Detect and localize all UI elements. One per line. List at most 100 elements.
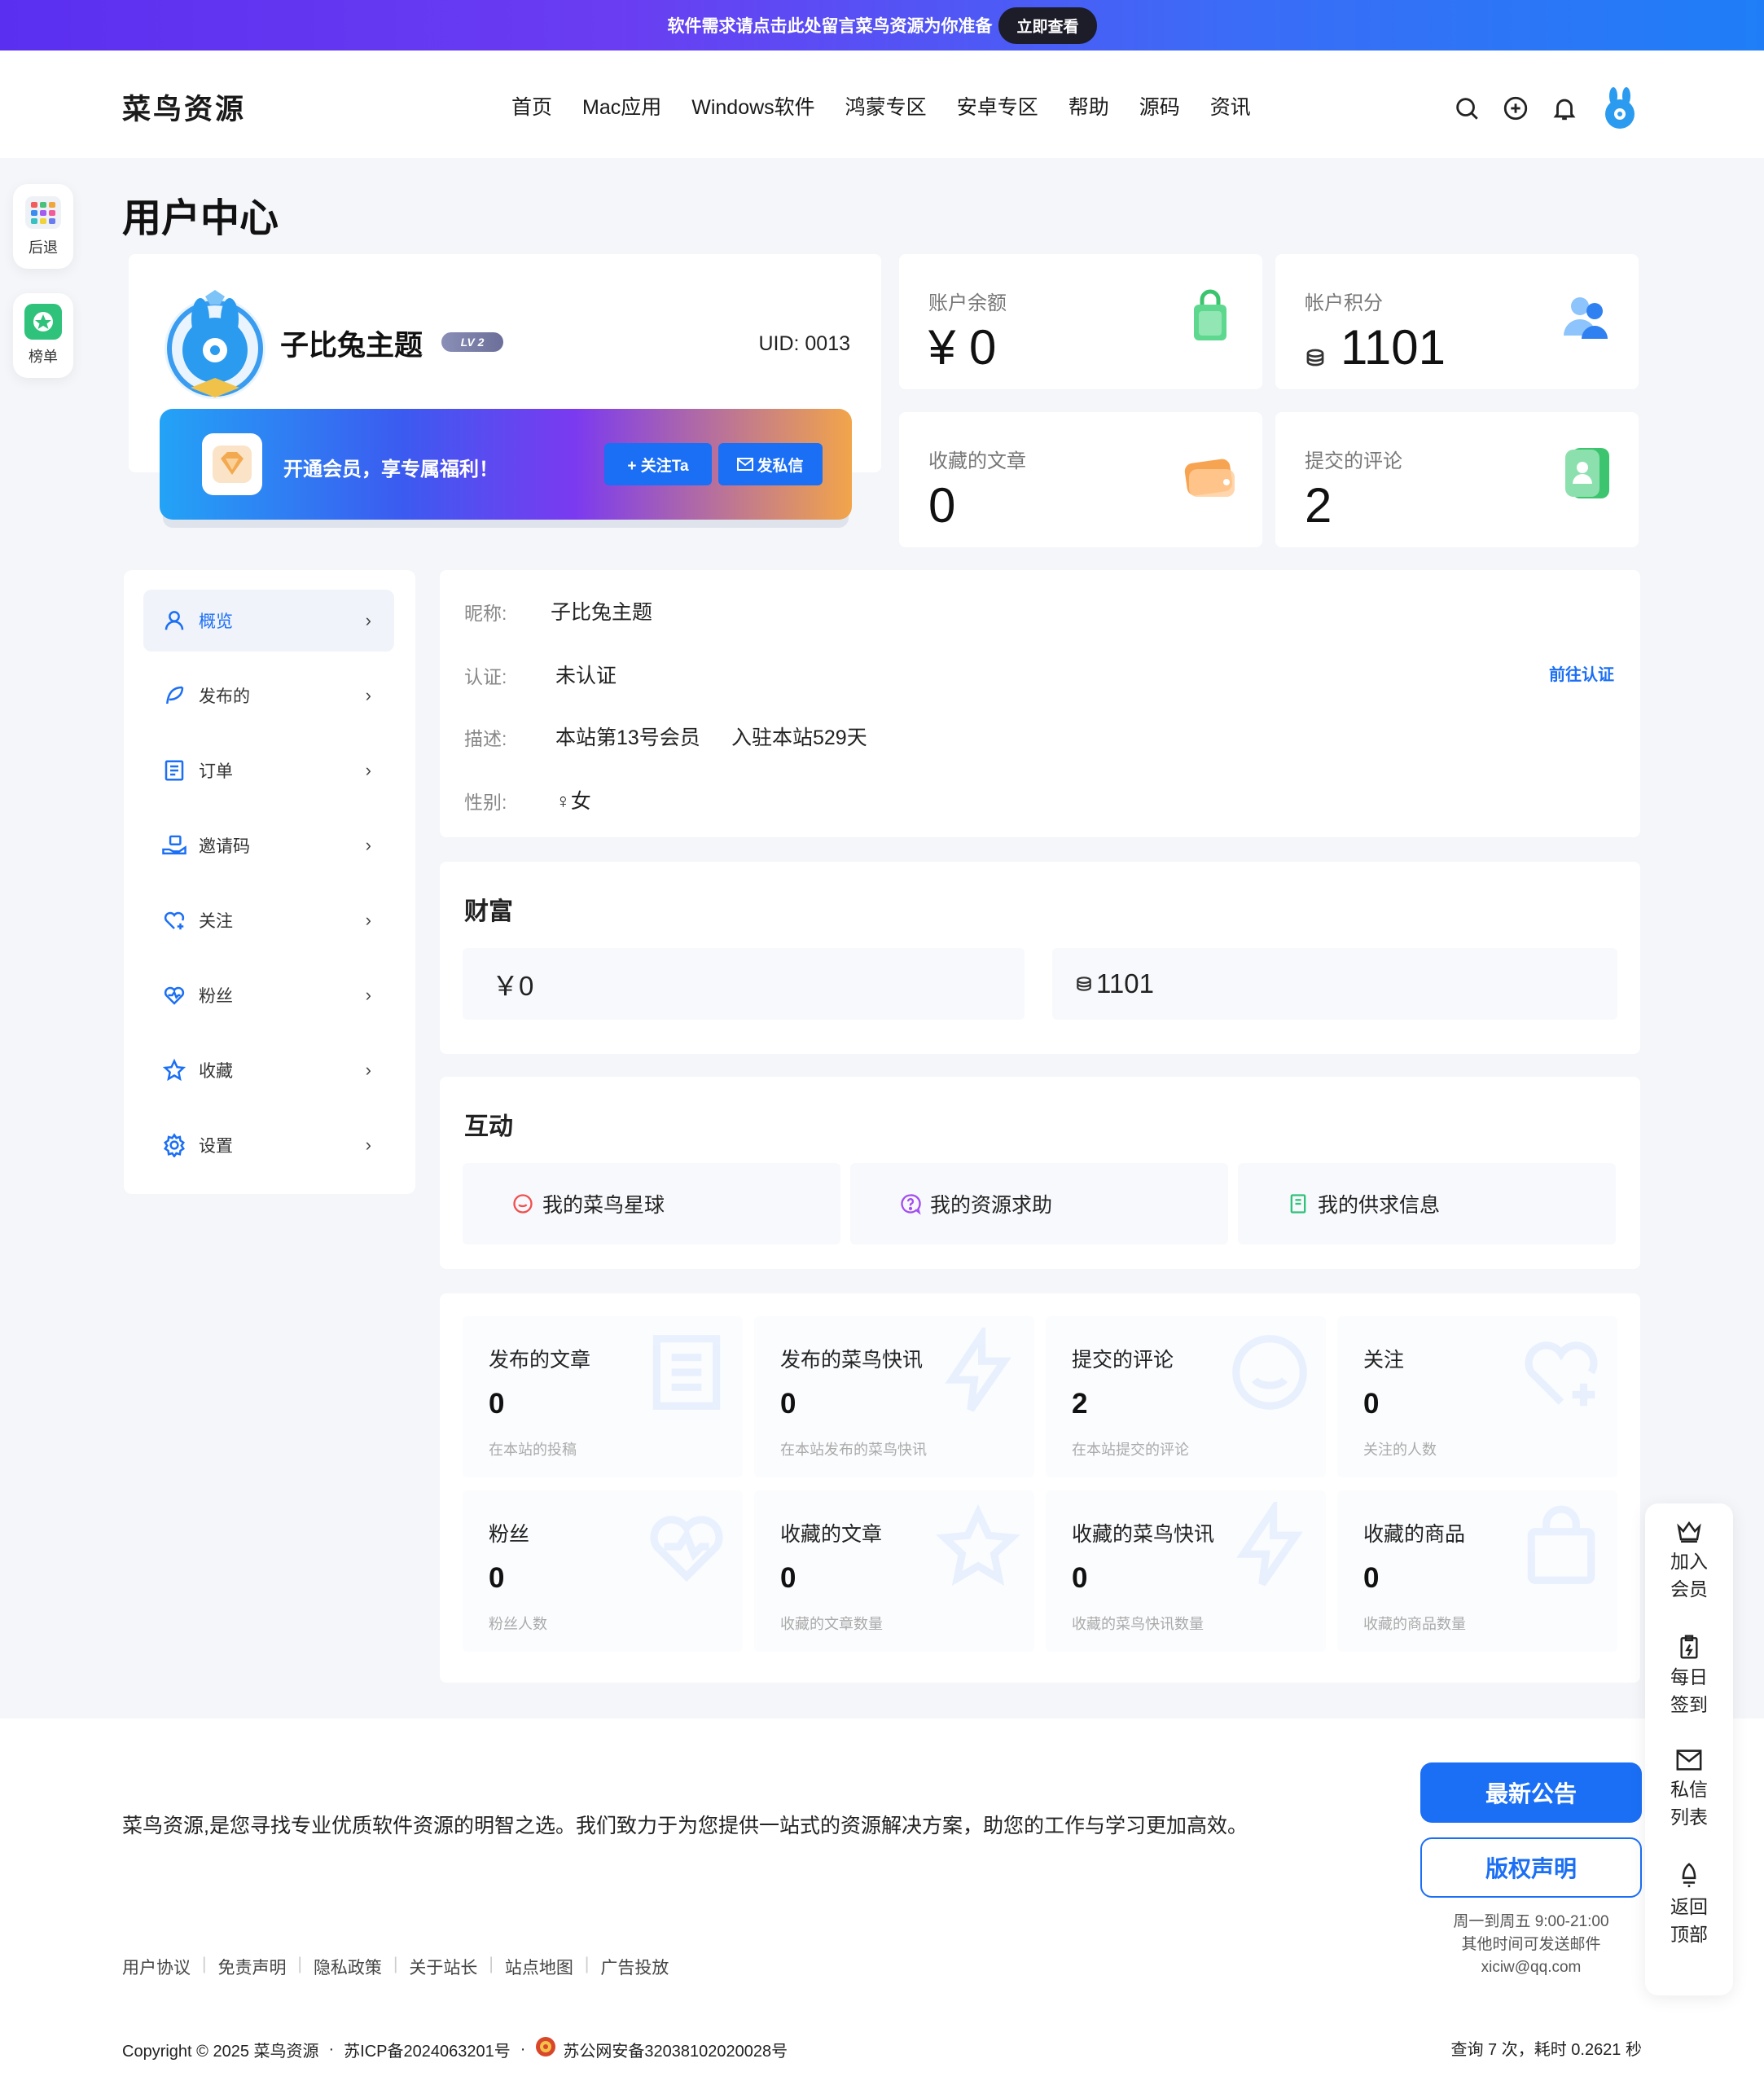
nav-android[interactable]: 安卓专区 (957, 91, 1038, 121)
menu-published[interactable]: 发布的 › (143, 665, 394, 726)
add-circle-icon[interactable] (1502, 94, 1529, 122)
icp-link[interactable]: 苏ICP备2024063201号 (344, 2038, 511, 2061)
stat-title: 关注 (1363, 1349, 1405, 1372)
my-help-link[interactable]: 我的资源求助 (850, 1163, 1228, 1244)
link-sitemap[interactable]: 站点地图 (505, 1955, 573, 1979)
stat-published-articles[interactable]: 发布的文章 0 在本站的投稿 (463, 1316, 743, 1477)
heart-pulse-bg-icon (642, 1502, 731, 1591)
my-planet-link[interactable]: 我的菜鸟星球 (463, 1163, 840, 1244)
description-label: 描述: (464, 728, 507, 749)
crown-icon (1677, 1521, 1701, 1543)
my-help-label: 我的资源求助 (930, 1194, 1053, 1217)
menu-published-label: 发布的 (199, 687, 250, 706)
gift-hand-icon (160, 831, 189, 860)
stat-number: 0 (1072, 1562, 1088, 1594)
stat-desc: 在本站提交的评论 (1072, 1442, 1189, 1458)
nav-source[interactable]: 源码 (1139, 91, 1180, 121)
menu-favorites[interactable]: 收藏 › (143, 1039, 394, 1101)
go-verify-link[interactable]: 前往认证 (1549, 661, 1614, 685)
menu-following[interactable]: 关注 › (143, 889, 394, 951)
wealth-points[interactable]: 1101 (1052, 948, 1617, 1020)
contact-email[interactable]: xiciw@qq.com (1420, 1956, 1642, 1979)
stat-published-flash[interactable]: 发布的菜鸟快讯 0 在本站发布的菜鸟快讯 (754, 1316, 1034, 1477)
comments-label: 提交的评论 (1305, 450, 1402, 472)
link-ads[interactable]: 广告投放 (600, 1955, 669, 1979)
shopping-bag-icon (1181, 287, 1240, 345)
nav-harmony[interactable]: 鸿蒙专区 (845, 91, 927, 121)
messages-list-button[interactable]: 私信 列表 (1645, 1748, 1733, 1831)
users-icon (1557, 287, 1616, 345)
menu-fans[interactable]: 粉丝 › (143, 964, 394, 1026)
user-stats-grid: 发布的文章 0 在本站的投稿 发布的菜鸟快讯 0 在本站发布的菜鸟快讯 提交的评论 2 在本… (440, 1293, 1640, 1683)
fav-articles-card[interactable]: 收藏的文章 0 (899, 412, 1262, 547)
balance-card[interactable]: 账户余额 ¥ 0 (899, 254, 1262, 389)
police-badge-icon (535, 2036, 556, 2062)
comments-card[interactable]: 提交的评论 2 (1275, 412, 1639, 547)
bell-icon[interactable] (1551, 94, 1578, 122)
heart-plus-bg-icon (1516, 1328, 1606, 1417)
bag-bg-icon (1516, 1502, 1606, 1591)
level-badge: LV 2 (441, 332, 503, 352)
chat-bubble-icon (511, 1192, 534, 1215)
star-bg-icon (933, 1502, 1023, 1591)
user-avatar-icon[interactable] (1599, 86, 1640, 130)
balance-label: 账户余额 (928, 292, 1007, 314)
follow-button[interactable]: + 关注Ta (604, 443, 712, 485)
menu-invite[interactable]: 邀请码 › (143, 814, 394, 876)
back-button[interactable]: 后退 (13, 184, 73, 269)
site-logo[interactable]: 菜鸟资源 (122, 86, 246, 128)
stat-fans[interactable]: 粉丝 0 粉丝人数 (463, 1490, 743, 1652)
wealth-panel: 财富 ￥0 1101 (440, 862, 1640, 1054)
menu-settings[interactable]: 设置 › (143, 1114, 394, 1176)
latest-notice-button[interactable]: 最新公告 (1420, 1762, 1642, 1823)
stat-fav-flash[interactable]: 收藏的菜鸟快讯 0 收藏的菜鸟快讯数量 (1046, 1490, 1326, 1652)
user-uid: UID: 0013 (758, 332, 850, 355)
stat-title: 提交的评论 (1072, 1349, 1174, 1372)
my-supply-link[interactable]: 我的供求信息 (1238, 1163, 1616, 1244)
stat-fav-products[interactable]: 收藏的商品 0 收藏的商品数量 (1337, 1490, 1617, 1652)
vip-promo-banner[interactable]: 开通会员，享专属福利！ + 关注Ta 发私信 (160, 409, 852, 520)
points-card[interactable]: 帐户积分 1101 (1275, 254, 1639, 389)
copyright-statement-button[interactable]: 版权声明 (1420, 1837, 1642, 1898)
send-message-button[interactable]: 发私信 (718, 443, 823, 485)
nav-windows[interactable]: Windows软件 (691, 91, 814, 121)
menu-overview[interactable]: 概览 › (143, 590, 394, 652)
wealth-title: 财富 (464, 898, 513, 925)
separator: | (489, 1955, 494, 1973)
link-user-agreement[interactable]: 用户协议 (122, 1955, 191, 1979)
nav-help[interactable]: 帮助 (1068, 91, 1109, 121)
link-privacy[interactable]: 隐私政策 (314, 1955, 382, 1979)
link-disclaimer[interactable]: 免责声明 (217, 1955, 286, 1979)
rank-button[interactable]: 榜单 (13, 293, 73, 378)
stat-number: 0 (489, 1388, 505, 1420)
apps-grid-icon (24, 195, 62, 230)
star-icon (160, 1056, 189, 1085)
nickname-value: 子比兔主题 (551, 601, 653, 624)
daily-checkin-button[interactable]: 每日 签到 (1645, 1634, 1733, 1718)
stat-following[interactable]: 关注 0 关注的人数 (1337, 1316, 1617, 1477)
wealth-money[interactable]: ￥0 (463, 948, 1025, 1020)
back-to-top-button[interactable]: 返回 顶部 (1645, 1862, 1733, 1948)
banner-text[interactable]: 软件需求请点击此处留言菜鸟资源为你准备 (667, 13, 992, 37)
verify-row: 认证: 未认证 (464, 661, 617, 689)
link-about[interactable]: 关于站长 (409, 1955, 477, 1979)
stat-desc: 关注的人数 (1363, 1442, 1437, 1458)
menu-orders[interactable]: 订单 › (143, 740, 394, 801)
police-link[interactable]: 苏公网安备32038102020028号 (563, 2038, 788, 2061)
menu-overview-label: 概览 (199, 612, 233, 631)
nav-news[interactable]: 资讯 (1210, 91, 1251, 121)
banner-view-button[interactable]: 立即查看 (998, 7, 1097, 44)
top-banner[interactable]: 软件需求请点击此处留言菜鸟资源为你准备 立即查看 (0, 0, 1764, 50)
chevron-right-icon: › (365, 685, 371, 705)
nav-mac[interactable]: Mac应用 (582, 91, 661, 121)
user-avatar[interactable] (158, 287, 272, 401)
join-vip-button[interactable]: 加入 会员 (1645, 1518, 1733, 1603)
verify-label: 认证: (464, 666, 507, 687)
nav-home[interactable]: 首页 (511, 91, 552, 121)
stat-comments[interactable]: 提交的评论 2 在本站提交的评论 (1046, 1316, 1326, 1477)
right-float-toolbar: 加入 会员 每日 签到 私信 列表 返回 顶部 (1645, 1503, 1733, 1995)
fav-articles-value: 0 (928, 478, 956, 533)
stat-fav-articles[interactable]: 收藏的文章 0 收藏的文章数量 (754, 1490, 1034, 1652)
search-icon[interactable] (1453, 94, 1481, 122)
lightning-bg-icon (933, 1323, 1023, 1417)
